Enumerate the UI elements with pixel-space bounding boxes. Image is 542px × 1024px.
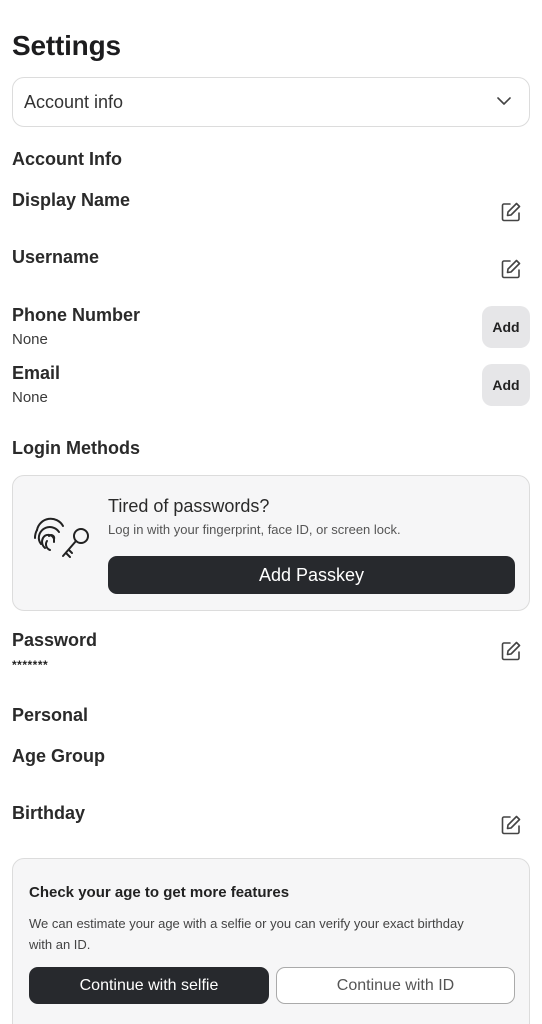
passkey-description: Log in with your fingerprint, face ID, o… <box>108 522 401 537</box>
add-phone-button[interactable]: Add <box>482 306 530 348</box>
section-dropdown-value: Account info <box>24 92 124 112</box>
phone-number-label: Phone Number <box>12 305 141 325</box>
edit-icon[interactable] <box>500 201 522 223</box>
username-label: Username <box>12 247 100 267</box>
age-check-card: Check your age to get more features We c… <box>12 858 530 1024</box>
page-title: Settings <box>12 30 121 61</box>
passkey-title: Tired of passwords? <box>108 496 270 516</box>
password-label: Password <box>12 630 98 650</box>
fingerprint-key-icon <box>33 517 89 558</box>
chevron-down-icon <box>497 97 511 105</box>
login-methods-heading: Login Methods <box>12 438 140 458</box>
age-check-title: Check your age to get more features <box>29 884 290 901</box>
email-label: Email <box>12 363 61 383</box>
continue-with-selfie-button[interactable]: Continue with selfie <box>29 967 269 1004</box>
age-group-label: Age Group <box>12 746 105 766</box>
email-value: None <box>12 389 48 406</box>
continue-with-id-button[interactable]: Continue with ID <box>276 967 515 1004</box>
edit-icon[interactable] <box>500 258 522 280</box>
section-dropdown[interactable]: Account info <box>12 77 530 127</box>
birthday-label: Birthday <box>12 803 86 823</box>
add-email-button[interactable]: Add <box>482 364 530 406</box>
add-passkey-button[interactable]: Add Passkey <box>108 556 515 594</box>
edit-icon[interactable] <box>500 640 522 662</box>
passkey-card: Tired of passwords? Log in with your fin… <box>12 475 530 611</box>
age-check-description: We can estimate your age with a selfie o… <box>29 916 464 952</box>
edit-icon[interactable] <box>500 814 522 836</box>
display-name-label: Display Name <box>12 190 131 210</box>
personal-heading: Personal <box>12 705 89 725</box>
password-value: ******* <box>12 658 49 672</box>
account-info-heading: Account Info <box>12 149 122 169</box>
phone-number-value: None <box>12 331 48 348</box>
